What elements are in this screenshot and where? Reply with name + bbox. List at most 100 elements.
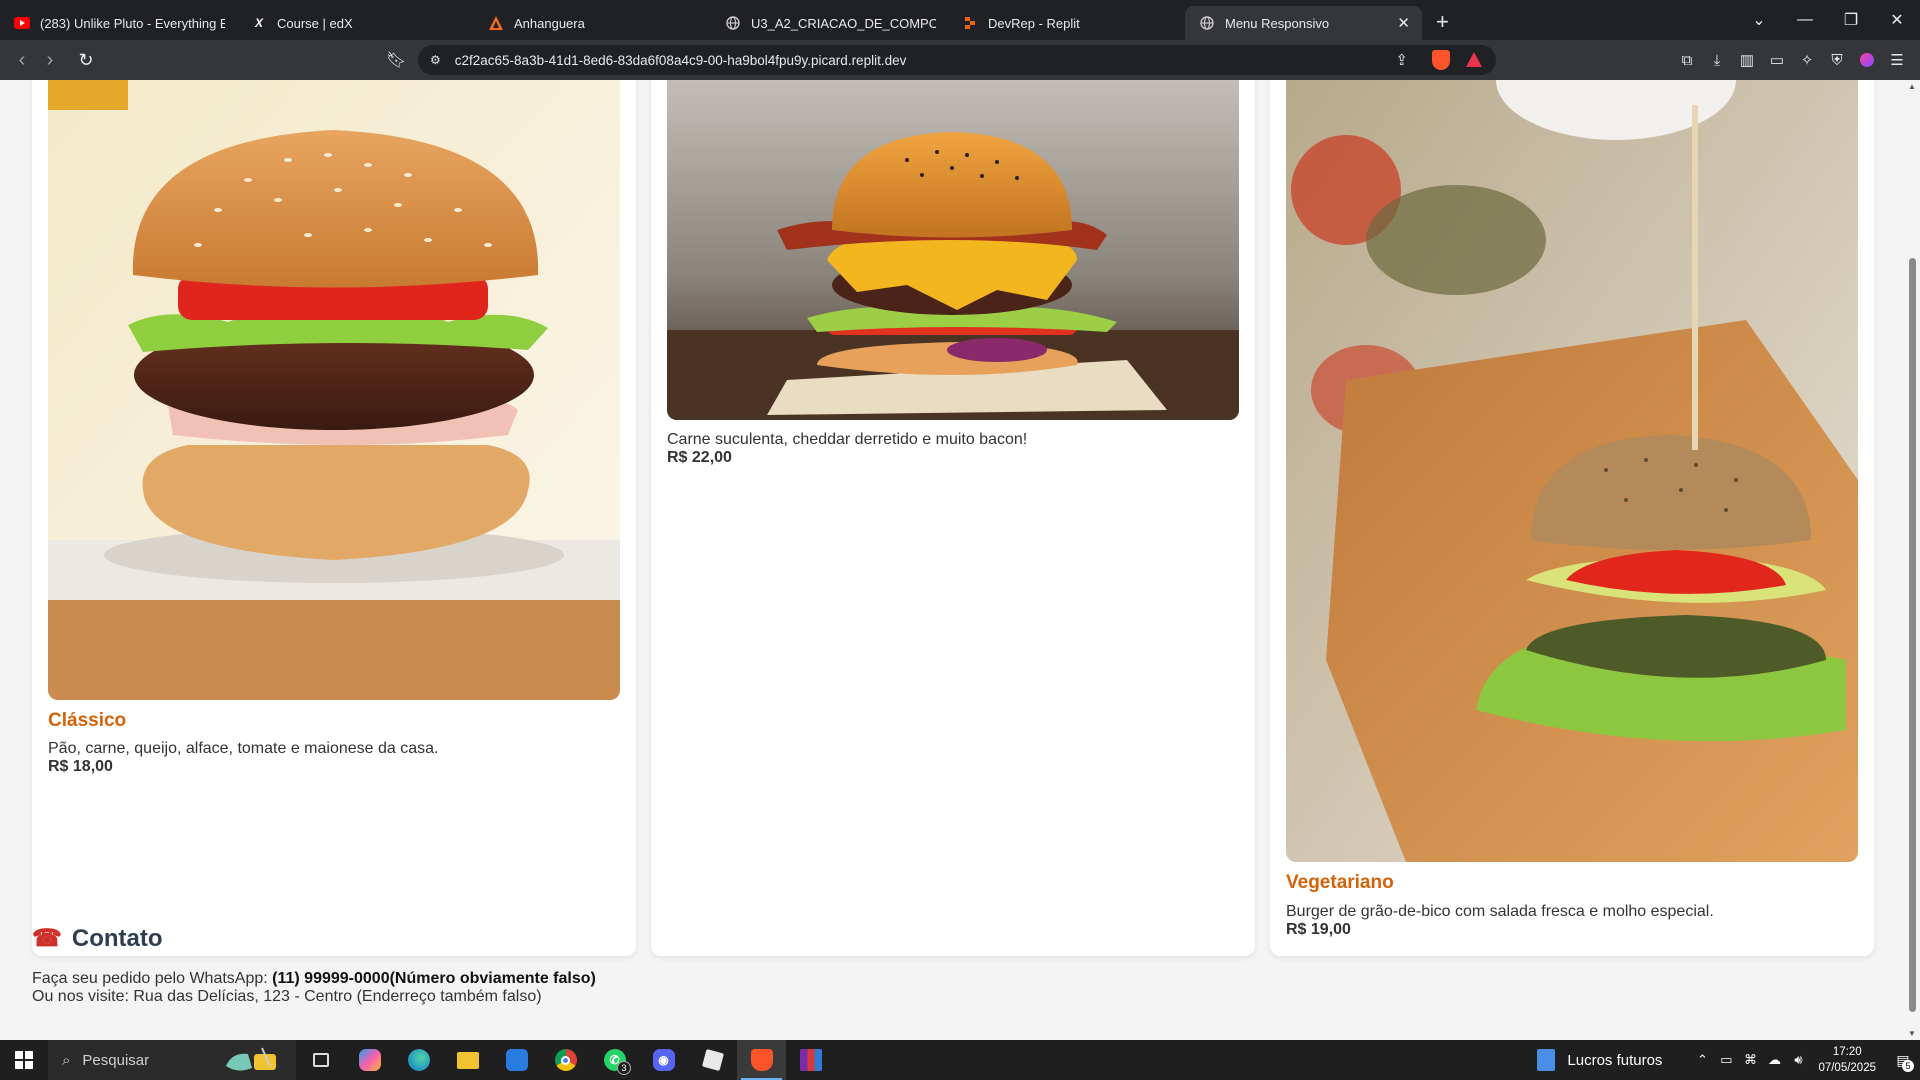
chrome-button[interactable] (541, 1040, 590, 1080)
winrar-button[interactable] (786, 1040, 835, 1080)
brave-rewards-icon[interactable] (1466, 52, 1482, 67)
onedrive-icon[interactable]: ☁ (1762, 1052, 1786, 1068)
discord-button[interactable]: ◉ (639, 1040, 688, 1080)
restore-button[interactable]: ❐ (1828, 10, 1874, 30)
tab-youtube[interactable]: (283) Unlike Pluto - Everything Black (0, 6, 237, 40)
tab-label: U3_A2_CRIACAO_DE_COMPONENTES (751, 15, 936, 31)
menu-icon[interactable]: ☰ (1882, 51, 1912, 69)
url-text[interactable]: c2f2ac65-8a3b-41d1-8ed6-83da6f08a4c9-00-… (455, 53, 907, 68)
tab-label: Course | edX (277, 15, 353, 31)
file-explorer-button[interactable] (443, 1040, 492, 1080)
tab-componentes[interactable]: U3_A2_CRIACAO_DE_COMPONENTES (711, 6, 948, 40)
taskbar-search[interactable]: ⌕ Pesquisar (48, 1040, 296, 1080)
site-settings-icon[interactable]: ⚙ (430, 53, 441, 67)
back-button[interactable]: ‹ (8, 49, 36, 72)
sidebar-icon[interactable]: ▥ (1732, 51, 1762, 69)
item-description: Burger de grão-de-bico com salada fresca… (1286, 903, 1714, 920)
vpn-icon[interactable]: ⛨ (1822, 52, 1852, 69)
scrollbar-thumb[interactable] (1909, 258, 1916, 1012)
anhanguera-icon (488, 15, 504, 31)
page-viewport: Clássico Pão, carne, queijo, alface, tom… (0, 80, 1905, 1040)
chevron-up-icon[interactable]: ⌃ (1690, 1052, 1714, 1068)
globe-icon (725, 15, 741, 31)
task-view-icon (312, 1053, 329, 1067)
windows-taskbar: ⌕ Pesquisar ✆ 3 ◉ Lucros futuros ⌃ ▭ ⌘ ☁ … (0, 1040, 1920, 1080)
store-button[interactable] (492, 1040, 541, 1080)
leo-ai-icon[interactable]: ✧ (1792, 51, 1822, 69)
folder-icon (456, 1051, 479, 1069)
whatsapp-prefix: Faça seu pedido pelo WhatsApp: (32, 970, 273, 987)
forward-button[interactable]: › (36, 49, 64, 72)
share-icon[interactable]: ⇪ (1395, 51, 1408, 69)
tab-label: (283) Unlike Pluto - Everything Black (40, 15, 225, 31)
copilot-button[interactable] (345, 1040, 394, 1080)
clock-time: 17:20 (1832, 1046, 1862, 1058)
chrome-icon (554, 1049, 577, 1071)
minimize-button[interactable]: — (1782, 11, 1828, 29)
tab-menu-responsivo[interactable]: Menu Responsivo ✕ (1185, 6, 1422, 40)
whatsapp-button[interactable]: ✆ 3 (590, 1040, 639, 1080)
tab-anhanguera[interactable]: Anhanguera (474, 6, 711, 40)
address-bar[interactable]: ⚙ c2f2ac65-8a3b-41d1-8ed6-83da6f08a4c9-0… (418, 45, 1496, 75)
close-tab-icon[interactable]: ✕ (1397, 14, 1410, 32)
camera-icon[interactable]: ⌘ (1738, 1052, 1762, 1068)
item-price: R$ 18,00 (48, 758, 113, 775)
search-placeholder: Pesquisar (82, 1051, 150, 1069)
scroll-down-arrow-icon[interactable]: ▼ (1908, 1029, 1916, 1038)
replit-icon (962, 15, 978, 31)
copilot-icon (358, 1049, 381, 1071)
wallet-icon[interactable]: ▭ (1762, 51, 1792, 69)
item-price: R$ 22,00 (667, 449, 732, 466)
burger-bacon-image (667, 80, 1239, 420)
roblox-button[interactable] (688, 1040, 737, 1080)
contact-heading: ☎︎ Contato (32, 924, 163, 953)
page-scrollbar[interactable]: ▲ ▼ (1905, 80, 1920, 1040)
browser-tab-strip: (283) Unlike Pluto - Everything Black X … (0, 0, 1920, 40)
scroll-up-arrow-icon[interactable]: ▲ (1908, 82, 1916, 91)
start-button[interactable] (0, 1040, 48, 1080)
extensions-icon[interactable]: ⧉ (1672, 52, 1702, 69)
edge-button[interactable] (394, 1040, 443, 1080)
whatsapp-badge: 3 (617, 1061, 631, 1075)
tab-search-chevron-icon[interactable]: ⌄ (1736, 10, 1782, 30)
brave-shields-icon[interactable] (1432, 50, 1450, 70)
discord-icon: ◉ (652, 1049, 675, 1071)
volume-icon[interactable]: 🔊︎ (1786, 1052, 1810, 1068)
reload-button[interactable]: ↻ (72, 50, 100, 71)
close-window-button[interactable]: ✕ (1874, 10, 1920, 30)
tab-label: Anhanguera (514, 15, 585, 31)
bookmark-icon[interactable]: 🔖︎ (386, 50, 406, 70)
system-clock[interactable]: 17:20 07/05/2025 (1818, 1044, 1876, 1076)
globe-icon (1199, 15, 1215, 31)
tab-edx[interactable]: X Course | edX (237, 6, 474, 40)
widgets-button[interactable]: Lucros futuros (1537, 1049, 1662, 1071)
profile-icon[interactable] (1860, 53, 1874, 67)
tab-label: DevRep - Replit (988, 15, 1080, 31)
stock-widget-icon (1537, 1049, 1556, 1071)
winrar-icon (799, 1049, 822, 1071)
browser-toolbar: ‹ › ↻ 🔖︎ ⚙ c2f2ac65-8a3b-41d1-8ed6-83da6… (0, 40, 1920, 80)
item-description: Carne suculenta, cheddar derretido e mui… (667, 431, 1028, 448)
menu-card-classico: Clássico Pão, carne, queijo, alface, tom… (32, 80, 636, 956)
notification-count: 5 (1902, 1059, 1914, 1072)
search-highlight-icon (226, 1047, 276, 1071)
toolbar-actions: ⧉ ⤓ ▥ ▭ ✧ ⛨ ☰ (1672, 40, 1912, 80)
widget-label: Lucros futuros (1567, 1051, 1663, 1069)
system-tray: Lucros futuros ⌃ ▭ ⌘ ☁ 🔊︎ 17:20 07/05/20… (1537, 1040, 1920, 1080)
whatsapp-line: Faça seu pedido pelo WhatsApp: (11) 9999… (32, 970, 596, 988)
edx-icon: X (254, 16, 263, 30)
brave-icon (750, 1049, 773, 1071)
notification-center-icon[interactable]: ▤ 5 (1886, 1052, 1920, 1072)
task-view-button[interactable] (296, 1040, 345, 1080)
edge-icon (407, 1049, 430, 1071)
menu-card-bacon: Carne suculenta, cheddar derretido e mui… (651, 80, 1255, 956)
new-tab-button[interactable]: + (1436, 9, 1449, 35)
windows-logo-icon (15, 1051, 33, 1069)
item-price: R$ 19,00 (1286, 921, 1351, 938)
brave-button[interactable] (737, 1040, 786, 1080)
tab-replit[interactable]: DevRep - Replit (948, 6, 1185, 40)
address-line: Ou nos visite: Rua das Delícias, 123 - C… (32, 988, 542, 1005)
downloads-icon[interactable]: ⤓ (1702, 52, 1732, 69)
search-icon: ⌕ (62, 1051, 71, 1069)
network-icon[interactable]: ▭ (1714, 1052, 1738, 1068)
